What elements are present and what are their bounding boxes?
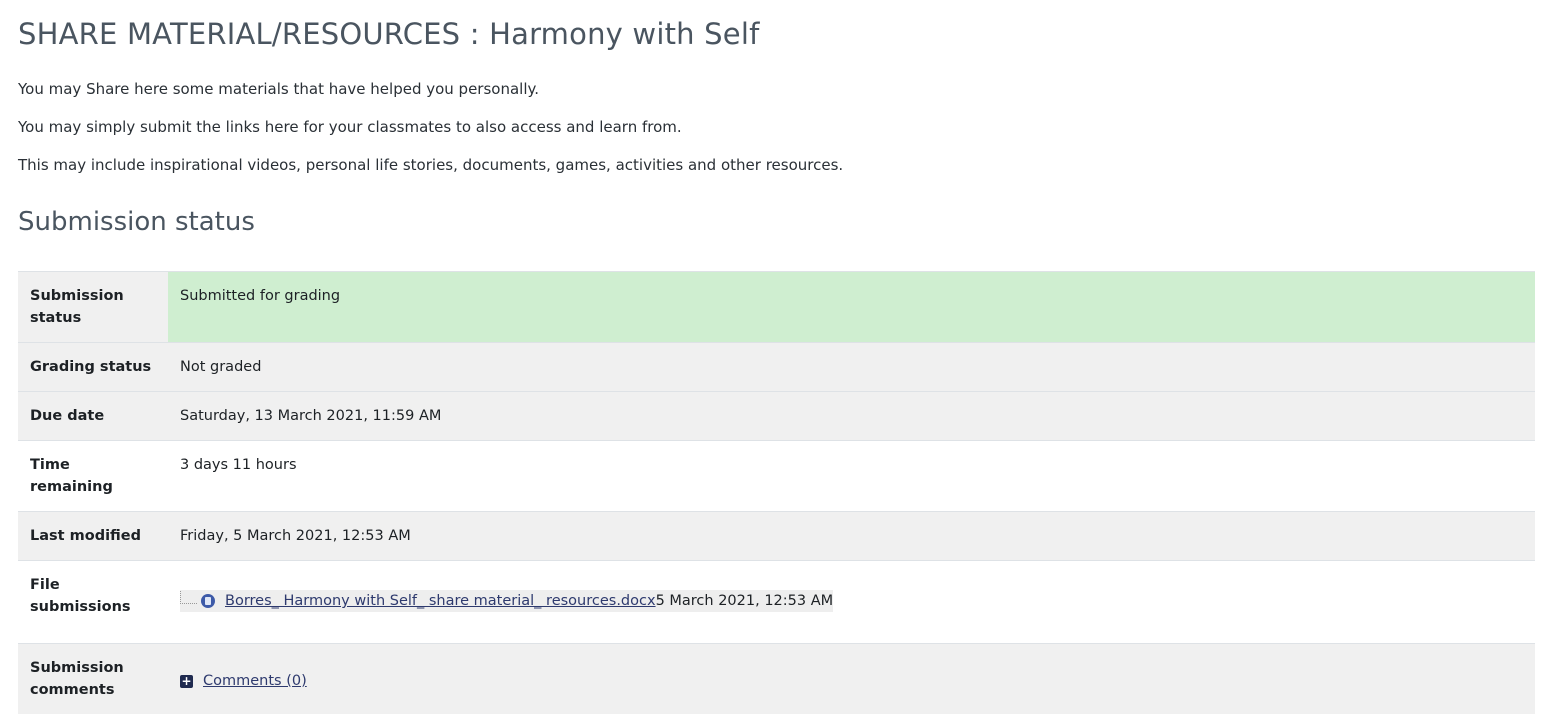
time-remaining-value: 3 days 11 hours: [168, 441, 1535, 512]
intro-line-2: You may simply submit the links here for…: [18, 118, 682, 136]
submission-comments-value: + Comments (0): [168, 644, 1535, 714]
table-row-grading-status: Grading status Not graded: [18, 343, 1535, 392]
table-row-submission-comments: Submission comments + Comments (0): [18, 644, 1535, 714]
file-date: 5 March 2021, 12:53 AM: [656, 590, 834, 612]
table-row-submission-status: Submission status Submitted for grading: [18, 272, 1535, 343]
table-row-file-submissions: File submissions Borres_ Harmony with Se…: [18, 561, 1535, 644]
section-title: Submission status: [18, 207, 255, 237]
due-date-value: Saturday, 13 March 2021, 11:59 AM: [168, 392, 1535, 441]
intro-line-1: You may Share here some materials that h…: [18, 80, 539, 98]
file-submissions-label: File submissions: [18, 561, 168, 644]
table-row-last-modified: Last modified Friday, 5 March 2021, 12:5…: [18, 512, 1535, 561]
last-modified-value: Friday, 5 March 2021, 12:53 AM: [168, 512, 1535, 561]
submission-status-label: Submission status: [18, 272, 168, 343]
tree-connector: [180, 591, 197, 604]
plus-square-icon[interactable]: +: [180, 675, 193, 688]
comments-link[interactable]: Comments (0): [203, 670, 307, 692]
submission-comments-label: Submission comments: [18, 644, 168, 714]
submission-status-table: Submission status Submitted for grading …: [18, 271, 1535, 714]
file-download-link[interactable]: Borres_ Harmony with Self_ share materia…: [225, 590, 656, 612]
table-row-due-date: Due date Saturday, 13 March 2021, 11:59 …: [18, 392, 1535, 441]
page-title: SHARE MATERIAL/RESOURCES : Harmony with …: [18, 17, 760, 51]
file-submissions-value: Borres_ Harmony with Self_ share materia…: [168, 561, 1535, 644]
time-remaining-label: Time remaining: [18, 441, 168, 512]
submission-status-value: Submitted for grading: [168, 272, 1535, 343]
file-tree-item: Borres_ Harmony with Self_ share materia…: [180, 590, 833, 612]
intro-line-3: This may include inspirational videos, p…: [18, 156, 843, 174]
grading-status-value: Not graded: [168, 343, 1535, 392]
due-date-label: Due date: [18, 392, 168, 441]
last-modified-label: Last modified: [18, 512, 168, 561]
comments-toggle[interactable]: + Comments (0): [180, 670, 307, 692]
table-row-time-remaining: Time remaining 3 days 11 hours: [18, 441, 1535, 512]
document-icon: [201, 594, 215, 608]
grading-status-label: Grading status: [18, 343, 168, 392]
